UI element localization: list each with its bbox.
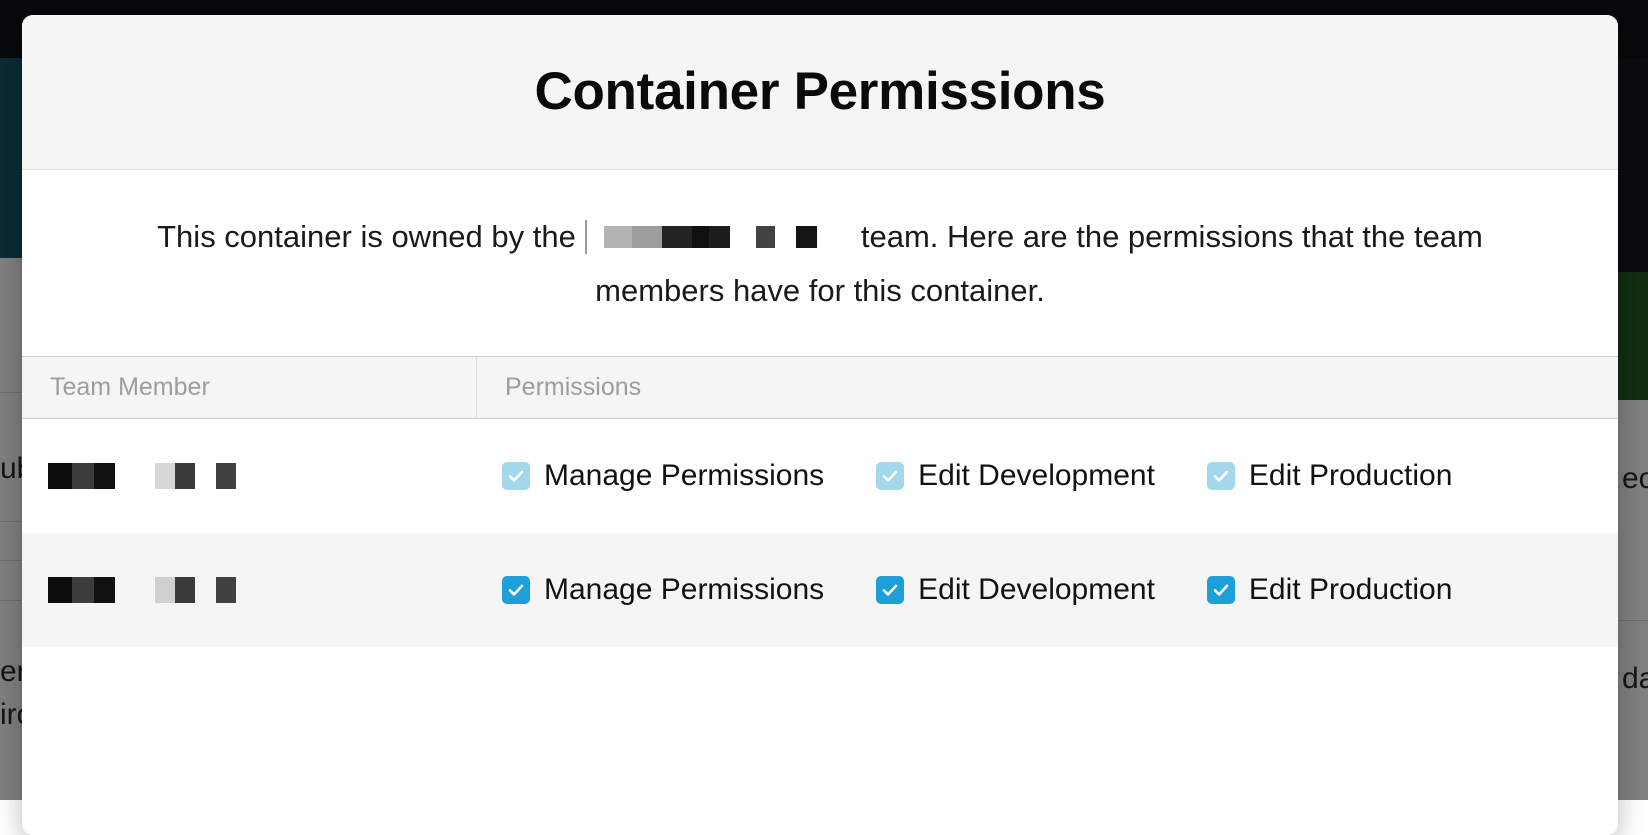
cell-permissions: Manage Permissions Edit Development bbox=[477, 575, 1618, 605]
checkbox-checked-icon[interactable] bbox=[876, 462, 904, 490]
checkbox-checked-icon[interactable] bbox=[876, 576, 904, 604]
redaction-block bbox=[216, 463, 236, 489]
checkbox-checked-icon[interactable] bbox=[1207, 576, 1235, 604]
description-prefix: This container is owned by the bbox=[157, 219, 576, 254]
permission-label: Manage Permissions bbox=[544, 461, 824, 491]
modal-description: This container is owned by the team. Her… bbox=[22, 170, 1618, 356]
redaction-gap bbox=[115, 463, 155, 489]
permission-label: Edit Development bbox=[918, 461, 1155, 491]
permission-label: Edit Development bbox=[918, 575, 1155, 605]
modal-description-text: This container is owned by the team. Her… bbox=[132, 210, 1508, 318]
checkbox-checked-icon[interactable] bbox=[502, 462, 530, 490]
redaction-block bbox=[604, 226, 632, 248]
redaction-block bbox=[632, 226, 662, 248]
redaction-block bbox=[175, 463, 195, 489]
cell-permissions: Manage Permissions Edit Development bbox=[477, 461, 1618, 491]
redaction-gap bbox=[195, 577, 216, 603]
modal-footer-spacer bbox=[22, 647, 1618, 817]
redaction-block bbox=[692, 226, 709, 248]
redaction-gap bbox=[730, 226, 756, 248]
cell-team-member bbox=[22, 577, 477, 603]
page-title: Container Permissions bbox=[535, 64, 1106, 120]
redaction-block bbox=[155, 463, 175, 489]
redaction-block bbox=[756, 226, 775, 248]
redaction-block bbox=[94, 577, 115, 603]
permission-manage-permissions[interactable]: Manage Permissions bbox=[502, 575, 824, 605]
redaction-block bbox=[94, 463, 115, 489]
redaction-block bbox=[796, 226, 817, 248]
redaction-block bbox=[72, 463, 94, 489]
redaction-block bbox=[175, 577, 195, 603]
redaction-block bbox=[662, 226, 692, 248]
redaction-gap bbox=[775, 226, 796, 248]
modal-header: Container Permissions bbox=[22, 15, 1618, 170]
redaction-gap bbox=[817, 226, 857, 248]
permission-edit-development[interactable]: Edit Development bbox=[876, 461, 1155, 491]
table-row[interactable]: Manage Permissions Edit Development bbox=[22, 533, 1618, 647]
redacted-team-name bbox=[585, 220, 857, 254]
text-caret bbox=[585, 220, 587, 254]
permission-edit-production[interactable]: Edit Production bbox=[1207, 575, 1452, 605]
table-header-row: Team Member Permissions bbox=[22, 356, 1618, 419]
redaction-block bbox=[48, 463, 72, 489]
redaction-gap bbox=[195, 463, 216, 489]
permissions-table: Team Member Permissions bbox=[22, 356, 1618, 647]
checkbox-checked-icon[interactable] bbox=[502, 576, 530, 604]
redaction-block bbox=[709, 226, 730, 248]
permission-edit-development[interactable]: Edit Development bbox=[876, 575, 1155, 605]
container-permissions-modal: Container Permissions This container is … bbox=[22, 15, 1618, 835]
redaction-block bbox=[216, 577, 236, 603]
redaction-block bbox=[72, 577, 94, 603]
permission-label: Manage Permissions bbox=[544, 575, 824, 605]
checkbox-checked-icon[interactable] bbox=[1207, 462, 1235, 490]
redaction-gap bbox=[115, 577, 155, 603]
redaction-block bbox=[48, 577, 72, 603]
table-row[interactable]: Manage Permissions Edit Development bbox=[22, 419, 1618, 533]
permission-manage-permissions[interactable]: Manage Permissions bbox=[502, 461, 824, 491]
redacted-member-name bbox=[48, 463, 236, 489]
redaction-block bbox=[155, 577, 175, 603]
column-header-team-member: Team Member bbox=[22, 357, 477, 418]
permission-edit-production[interactable]: Edit Production bbox=[1207, 461, 1452, 491]
redacted-member-name bbox=[48, 577, 236, 603]
cell-team-member bbox=[22, 463, 477, 489]
column-header-permissions: Permissions bbox=[477, 357, 1618, 418]
permission-label: Edit Production bbox=[1249, 575, 1452, 605]
permission-label: Edit Production bbox=[1249, 461, 1452, 491]
